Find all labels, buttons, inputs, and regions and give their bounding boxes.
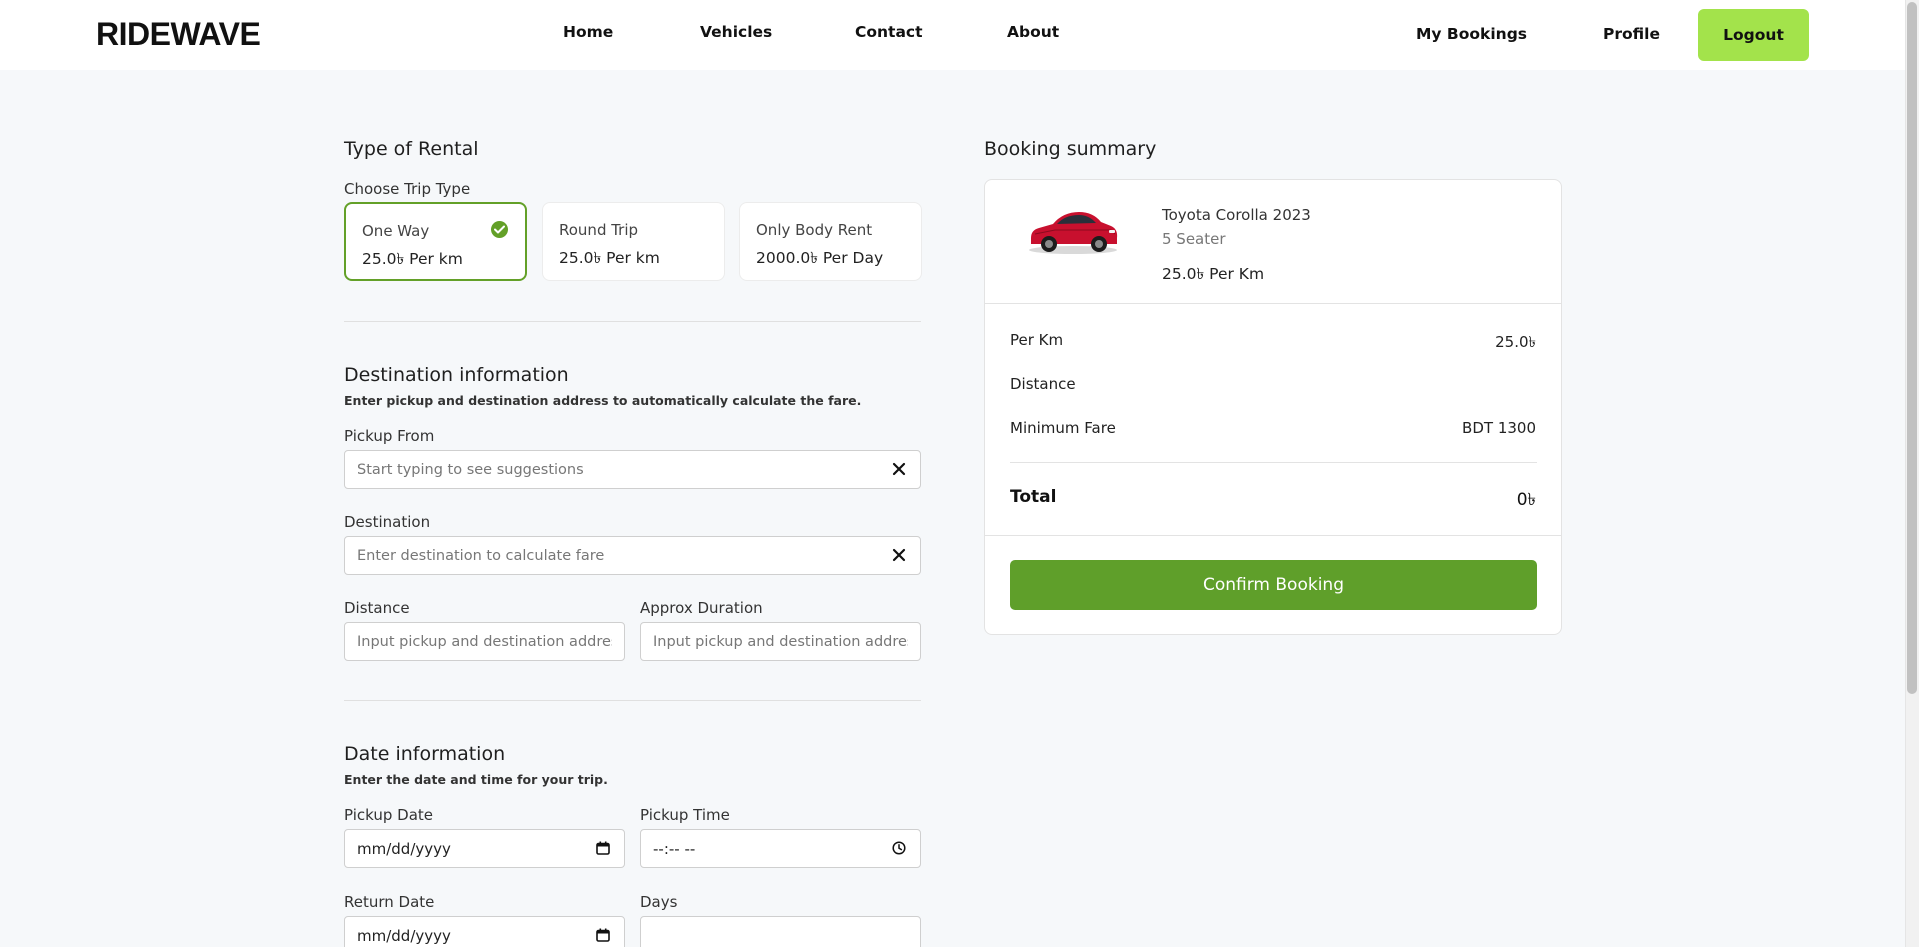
pickup-time-input[interactable]: --:-- -- [640,829,921,868]
pickup-from-input[interactable] [345,451,920,488]
days-label: Days [640,893,678,911]
distance-summary-label: Distance [1010,375,1076,393]
nav-vehicles[interactable]: Vehicles [700,23,772,41]
pickup-time-label: Pickup Time [640,806,730,824]
destination-section-title: Destination information [344,364,569,386]
trip-option-round-trip[interactable]: Round Trip 25.0৳ Per km [542,202,725,281]
minimum-fare-label: Minimum Fare [1010,419,1116,437]
destination-section-subtitle: Enter pickup and destination address to … [344,393,862,408]
nav-home[interactable]: Home [563,23,613,41]
page-scrollbar-thumb[interactable] [1907,2,1917,694]
nav-about[interactable]: About [1007,23,1059,41]
section-divider [344,700,921,701]
check-circle-icon [491,221,508,238]
distance-field [344,622,625,661]
pickup-from-field [344,450,921,489]
destination-label: Destination [344,513,431,531]
approx-duration-input[interactable] [641,623,920,660]
car-image [1029,212,1118,254]
car-rate: 25.0৳ Per Km [1162,265,1265,283]
total-label: Total [1010,487,1057,507]
date-section-title: Date information [344,743,506,765]
nav-contact[interactable]: Contact [855,23,923,41]
distance-input[interactable] [345,623,624,660]
pickup-time-value: --:-- -- [653,840,696,858]
total-value: 0৳ [1516,490,1536,510]
days-input[interactable] [641,917,920,947]
summary-divider [1010,462,1537,463]
confirm-booking-button[interactable]: Confirm Booking [1010,560,1537,610]
logout-button[interactable]: Logout [1698,9,1809,61]
top-navbar: RIDEWAVE Home Vehicles Contact About My … [0,0,1905,70]
trip-option-name: Only Body Rent [756,221,873,239]
section-divider [344,321,921,322]
approx-duration-label: Approx Duration [640,599,763,617]
pickup-date-input[interactable]: mm/dd/yyyy [344,829,625,868]
trip-option-one-way[interactable]: One Way 25.0৳ Per km [344,202,527,281]
distance-label: Distance [344,599,410,617]
close-icon[interactable] [892,548,906,562]
booking-summary-title: Booking summary [984,138,1157,160]
choose-trip-type-label: Choose Trip Type [344,180,471,198]
return-date-label: Return Date [344,893,435,911]
car-seat-count: 5 Seater [1162,230,1226,248]
minimum-fare-value: BDT 1300 [1462,419,1536,437]
nav-profile[interactable]: Profile [1603,25,1660,43]
trip-option-price: 25.0৳ Per km [559,249,660,267]
car-name: Toyota Corolla 2023 [1162,206,1311,224]
approx-duration-field [640,622,921,661]
destination-input[interactable] [345,537,920,574]
pickup-date-label: Pickup Date [344,806,434,824]
trip-option-body-rent[interactable]: Only Body Rent 2000.0৳ Per Day [739,202,922,281]
trip-option-price: 2000.0৳ Per Day [756,249,884,267]
nav-my-bookings[interactable]: My Bookings [1416,25,1527,43]
calendar-icon[interactable] [596,928,610,942]
return-date-input[interactable]: mm/dd/yyyy [344,916,625,947]
days-field [640,916,921,947]
trip-option-name: One Way [362,222,430,240]
trip-option-name: Round Trip [559,221,639,239]
calendar-icon[interactable] [596,841,610,855]
per-km-label: Per Km [1010,331,1064,349]
summary-divider [985,535,1561,536]
booking-summary-card: Toyota Corolla 2023 5 Seater 25.0৳ Per K… [984,179,1562,635]
rental-section-title: Type of Rental [344,138,479,160]
pickup-from-label: Pickup From [344,427,435,445]
date-section-subtitle: Enter the date and time for your trip. [344,772,608,787]
clock-icon[interactable] [892,841,906,855]
destination-field [344,536,921,575]
close-icon[interactable] [892,462,906,476]
brand-logo[interactable]: RIDEWAVE [96,16,261,53]
return-date-value: mm/dd/yyyy [357,927,451,945]
pickup-date-value: mm/dd/yyyy [357,840,451,858]
summary-divider [985,303,1561,304]
per-km-value: 25.0৳ [1495,333,1536,351]
trip-option-price: 25.0৳ Per km [362,250,463,268]
